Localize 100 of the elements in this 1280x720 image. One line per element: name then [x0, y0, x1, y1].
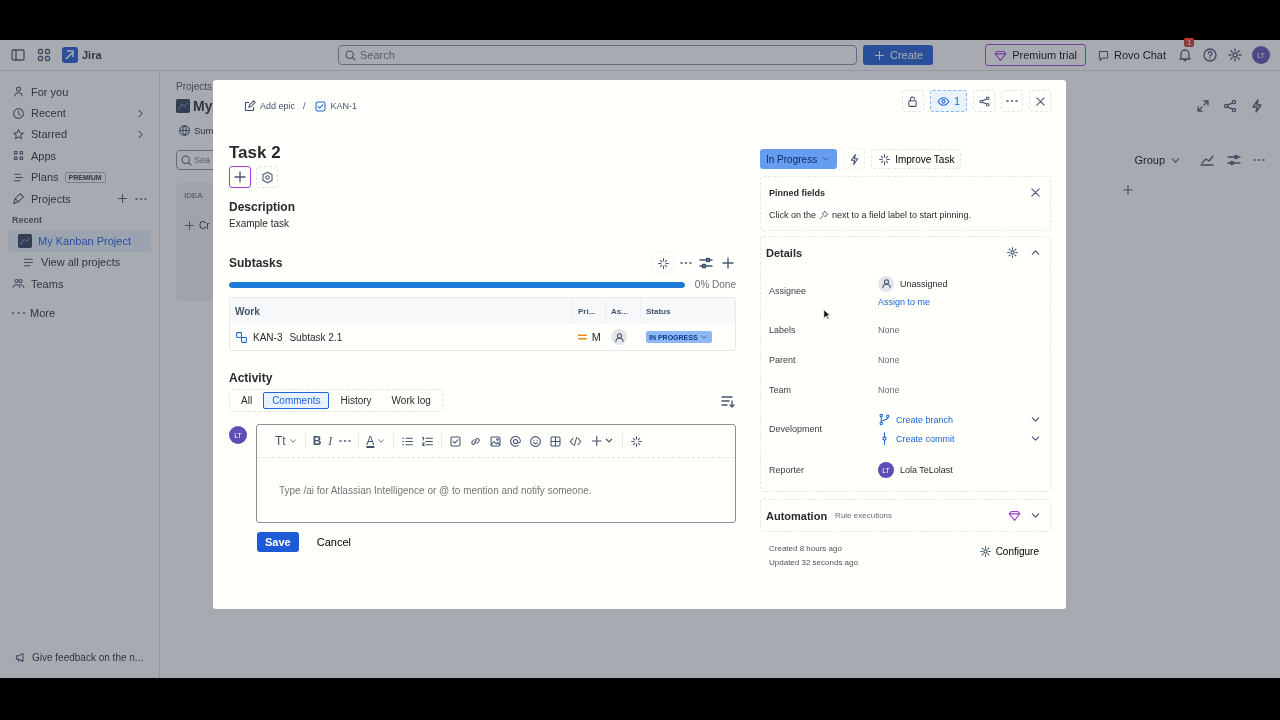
field-value[interactable]: None [878, 385, 1042, 395]
sidebar-item[interactable]: Starred [8, 123, 151, 146]
checkbox-icon[interactable] [449, 434, 463, 448]
add-epic-link[interactable]: Add epic [243, 99, 296, 113]
settings-icon[interactable] [1006, 246, 1019, 259]
table-icon[interactable] [549, 434, 563, 448]
search-field[interactable]: Search [338, 45, 857, 65]
close-icon[interactable] [1029, 186, 1042, 199]
sidebar-item[interactable]: Recent [8, 102, 151, 124]
app-switcher-icon[interactable] [36, 47, 52, 63]
settings-icon [978, 545, 992, 558]
issue-title[interactable]: Task 2 [229, 142, 736, 164]
add-button[interactable] [229, 166, 251, 188]
breadcrumb-link[interactable]: Projects [176, 81, 213, 95]
field-label: Development [768, 424, 824, 434]
plus-icon[interactable] [184, 220, 195, 231]
ai-button[interactable] [652, 252, 674, 274]
details-heading[interactable]: Details [766, 246, 996, 259]
sidebar-heading: Recent [11, 213, 43, 227]
improve-task-button[interactable]: Improve Task [871, 149, 962, 169]
sidebar-item[interactable]: Teams [8, 273, 151, 295]
field-value[interactable]: Lola TeLolast [900, 465, 953, 475]
rovo-chat-button[interactable]: Rovo Chat [1095, 44, 1168, 66]
field-value[interactable]: Unassigned [900, 278, 948, 289]
create-issue-link[interactable]: Cr [199, 220, 210, 231]
field-value[interactable]: None [878, 325, 1042, 335]
mention-icon[interactable] [509, 434, 523, 448]
activity-tab[interactable]: Comments [263, 392, 330, 409]
field-value[interactable]: None [878, 355, 1042, 365]
premium-trial-button[interactable]: Premium trial [985, 44, 1086, 66]
share-button[interactable] [973, 90, 995, 112]
activity-tab[interactable]: All [232, 392, 262, 409]
settings-icon[interactable] [1227, 47, 1243, 63]
watchers-button[interactable]: 1 [929, 90, 967, 112]
more-icon[interactable] [135, 197, 147, 200]
description-text[interactable]: Example task [229, 218, 736, 229]
apps-icon [12, 149, 25, 163]
development-link[interactable]: Create commit [896, 433, 955, 444]
column-header[interactable]: Pri... [573, 298, 606, 324]
megaphone-icon [14, 651, 27, 664]
activity-tab[interactable]: Work log [382, 392, 440, 409]
status-dropdown[interactable]: In Progress [760, 149, 838, 169]
automation-button[interactable] [843, 148, 866, 170]
add-icon[interactable] [116, 192, 129, 206]
notifications-icon[interactable] [1177, 47, 1193, 63]
pinned-hint-text: Click on the [769, 210, 817, 220]
column-header[interactable]: Work [230, 298, 573, 324]
expand-icon[interactable] [1195, 98, 1211, 114]
text-color-button[interactable]: A [366, 434, 387, 448]
sparkle-icon[interactable] [630, 434, 644, 448]
sidebar-item[interactable]: Projects [8, 187, 151, 210]
field-label: Reporter [768, 465, 805, 475]
column-header[interactable]: Status [641, 298, 735, 324]
sidebar-item[interactable]: More [8, 302, 151, 324]
development-link[interactable]: Create branch [896, 414, 954, 425]
help-icon[interactable] [1202, 47, 1218, 63]
jira-logo-icon [62, 47, 78, 63]
sliders-icon[interactable] [698, 255, 714, 271]
sidebar-item[interactable]: Apps [8, 145, 151, 167]
plus-icon [873, 48, 886, 62]
mouse-cursor-icon [823, 309, 831, 320]
issue-key[interactable]: KAN-3 [253, 331, 283, 343]
project-icon [18, 234, 32, 249]
numbered-list-icon[interactable] [421, 434, 435, 448]
code-icon[interactable] [569, 434, 583, 448]
image-icon[interactable] [489, 434, 503, 448]
add-icon[interactable] [720, 255, 736, 271]
automation-card[interactable]: Automation Rule executions [760, 499, 1051, 532]
priority-value[interactable]: M [591, 331, 601, 343]
feedback-link[interactable]: Give feedback on the n... [8, 647, 151, 668]
parent-issue-link[interactable]: KAN-1 [313, 99, 358, 113]
bold-button[interactable]: B [312, 434, 322, 448]
sidebar-item[interactable]: View all projects [8, 251, 151, 274]
apps-button[interactable] [256, 166, 278, 188]
sliders-icon[interactable] [1226, 152, 1242, 168]
save-button[interactable]: Save [257, 532, 299, 552]
comment-field[interactable]: Type /ai for Atlassian Intelligence or @ to mention and notify someone. [277, 483, 715, 497]
sidebar-item[interactable]: For you [8, 81, 151, 103]
group-button[interactable]: Group [1128, 152, 1188, 168]
text-style-button[interactable]: Tt [275, 434, 298, 448]
italic-button[interactable]: I [328, 433, 333, 449]
lock-button[interactable] [901, 90, 924, 112]
assign-to-me-link[interactable]: Assign to me [878, 296, 1042, 307]
configure-button[interactable]: Configure [972, 544, 1045, 559]
share-icon[interactable] [1222, 98, 1238, 114]
column-header[interactable]: As... [606, 298, 641, 324]
emoji-icon[interactable] [529, 434, 543, 448]
rocket-icon [12, 192, 25, 206]
cancel-button[interactable]: Cancel [310, 535, 357, 549]
issue-summary[interactable]: Subtask 2.1 [289, 331, 343, 343]
plus-icon [232, 169, 248, 185]
assignee-avatar-icon[interactable] [611, 329, 627, 345]
more-icon [12, 312, 24, 315]
board-tab[interactable]: Sum [194, 124, 214, 136]
close-button[interactable] [1029, 90, 1051, 112]
field-label: Team [768, 385, 792, 395]
sidebar-toggle-icon[interactable] [10, 47, 26, 63]
activity-tab[interactable]: History [331, 392, 381, 409]
chat-icon [1097, 48, 1110, 62]
product-name[interactable]: Jira [82, 49, 102, 61]
